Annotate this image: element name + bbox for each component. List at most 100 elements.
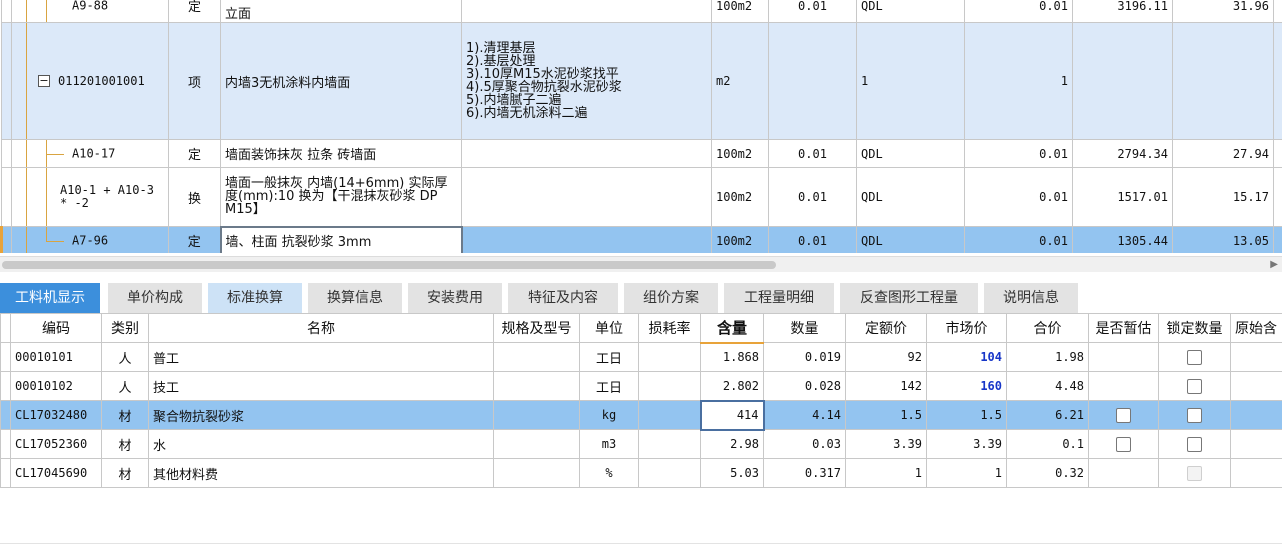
cell-market-price[interactable]: 1 — [926, 458, 1007, 488]
col-market-price[interactable]: 市场价 — [926, 313, 1007, 343]
table-row-selected[interactable]: CL17032480 材 聚合物抗裂砂浆 kg 414 4.14 1.5 1.5… — [0, 399, 1282, 431]
row-qty: 0.01 — [964, 226, 1073, 253]
table-row[interactable]: 00010102 人 技工 工日 2.802 0.028 142 160 4.4… — [0, 371, 1282, 401]
cell-market-price[interactable]: 3.39 — [926, 429, 1007, 459]
col-content[interactable]: 含量 — [700, 313, 764, 344]
col-original[interactable]: 原始含 — [1230, 313, 1282, 343]
col-lock-qty[interactable]: 锁定数量 — [1158, 313, 1231, 343]
cell-total: 4.48 — [1006, 371, 1089, 401]
lock-qty-checkbox[interactable] — [1187, 349, 1202, 365]
col-category[interactable]: 类别 — [101, 313, 149, 343]
cell-market-price[interactable]: 1.5 — [926, 400, 1007, 430]
cell-name[interactable]: 水 — [148, 429, 494, 459]
lock-qty-checkbox[interactable] — [1187, 436, 1202, 452]
row-qty-code[interactable]: QDL — [856, 226, 965, 253]
tab-standard-conversion[interactable]: 标准换算 — [208, 283, 304, 313]
tab-conversion-info[interactable]: 换算信息 — [308, 283, 404, 313]
col-unit[interactable]: 单位 — [579, 313, 639, 343]
col-total[interactable]: 合价 — [1006, 313, 1089, 343]
row-qty-code[interactable]: QDL — [856, 167, 965, 227]
scrollbar-thumb[interactable] — [2, 261, 776, 269]
col-is-estimate[interactable]: 是否暂估 — [1088, 313, 1159, 343]
table-row[interactable]: CL17045690 材 其他材料费 % 5.03 0.317 1 1 0.32… — [0, 458, 1282, 488]
col-code[interactable]: 编码 — [10, 313, 102, 343]
is-estimate-checkbox[interactable] — [1116, 436, 1131, 452]
row-type: 定 — [168, 0, 221, 23]
row-type: 定 — [168, 226, 221, 253]
table-row-item[interactable]: − 011201001001 项 内墙3无机涂料内墙面 1).清理基层 2).基… — [1, 22, 1282, 140]
scroll-right-icon[interactable]: ▶ — [1270, 259, 1278, 270]
tab-graphic-quantity[interactable]: 反查图形工程量 — [840, 283, 980, 313]
cell-name[interactable]: 聚合物抗裂砂浆 — [148, 400, 494, 430]
cell-name[interactable]: 其他材料费 — [148, 458, 494, 488]
cell-original — [1230, 400, 1282, 430]
row-feature[interactable] — [461, 167, 712, 227]
cell-content[interactable]: 2.802 — [700, 371, 764, 401]
cell-market-price[interactable]: 160 — [926, 371, 1007, 401]
row-qty-code[interactable]: QDL — [856, 0, 965, 23]
row-name[interactable]: 立面 — [220, 0, 462, 23]
cell-name[interactable]: 普工 — [148, 342, 494, 372]
row-qty-expr[interactable]: 0.01 — [768, 0, 857, 23]
col-quantity[interactable]: 数量 — [763, 313, 846, 343]
lock-qty-checkbox[interactable] — [1187, 378, 1202, 394]
row-qty-expr[interactable]: 0.01 — [768, 167, 857, 227]
cell-content[interactable]: 1.868 — [700, 342, 764, 372]
table-row[interactable]: A10-1 + A10-3 * -2 换 墙面一般抹灰 内墙(14+6mm) 实… — [1, 167, 1282, 227]
tab-features[interactable]: 特征及内容 — [508, 283, 620, 313]
cell-loss[interactable] — [638, 342, 701, 372]
cell-quantity: 0.028 — [763, 371, 846, 401]
cell-loss[interactable] — [638, 371, 701, 401]
cell-loss[interactable] — [638, 458, 701, 488]
tab-materials[interactable]: 工料机显示 — [0, 283, 102, 313]
tab-unit-price[interactable]: 单价构成 — [108, 283, 204, 313]
row-qty-expr[interactable]: 0.01 — [768, 226, 857, 253]
cell-loss[interactable] — [638, 429, 701, 459]
col-loss[interactable]: 损耗率 — [638, 313, 701, 343]
cell-spec[interactable] — [493, 429, 580, 459]
cell-unit: 工日 — [579, 342, 639, 372]
cell-market-price[interactable]: 104 — [926, 342, 1007, 372]
cell-loss[interactable] — [638, 400, 701, 430]
row-qty-expr[interactable]: 0.01 — [768, 139, 857, 168]
tab-pricing-plan[interactable]: 组价方案 — [624, 283, 720, 313]
table-row[interactable]: A9-88 定 立面 100m2 0.01 QDL 0.01 3196.11 3… — [1, 0, 1282, 23]
collapse-toggle-icon[interactable]: − — [38, 75, 50, 87]
cell-spec[interactable] — [493, 400, 580, 430]
col-name[interactable]: 名称 — [148, 313, 494, 343]
is-estimate-checkbox[interactable] — [1116, 407, 1131, 423]
tab-quantity-detail[interactable]: 工程量明细 — [724, 283, 836, 313]
horizontal-scrollbar[interactable]: ▶ — [0, 256, 1282, 272]
cell-content[interactable]: 5.03 — [700, 458, 764, 488]
row-name[interactable]: 内墙3无机涂料内墙面 — [220, 22, 462, 140]
lock-qty-checkbox[interactable] — [1187, 407, 1202, 423]
row-feature[interactable] — [461, 0, 712, 23]
col-base-price[interactable]: 定额价 — [845, 313, 927, 343]
table-row[interactable]: 00010101 人 普工 工日 1.868 0.019 92 104 1.98… — [0, 342, 1282, 372]
detail-tabs: 工料机显示 单价构成 标准换算 换算信息 安装费用 特征及内容 组价方案 工程量… — [0, 283, 1282, 313]
row-name[interactable]: 墙面一般抹灰 内墙(14+6mm) 实际厚度(mm):10 换为【干混抹灰砂浆 … — [220, 167, 462, 227]
cell-spec[interactable] — [493, 342, 580, 372]
row-qty-code[interactable]: 1 — [856, 22, 965, 140]
row-qty-code[interactable]: QDL — [856, 139, 965, 168]
col-spec[interactable]: 规格及型号 — [493, 313, 580, 343]
row-feature[interactable]: 1).清理基层 2).基层处理 3).10厚M15水泥砂浆找平 4).5厚聚合物… — [461, 22, 712, 140]
row-qty-expr[interactable] — [768, 22, 857, 140]
row-name[interactable]: 墙面装饰抹灰 拉条 砖墙面 — [220, 139, 462, 168]
cell-content[interactable]: 2.98 — [700, 429, 764, 459]
materials-table: 编码 类别 名称 规格及型号 单位 损耗率 含量 数量 定额价 市场价 合价 是… — [0, 313, 1282, 488]
table-row[interactable]: CL17052360 材 水 m3 2.98 0.03 3.39 3.39 0.… — [0, 429, 1282, 459]
cell-base-price: 1 — [845, 458, 927, 488]
content-input[interactable]: 414 — [699, 399, 765, 431]
cell-unit: 工日 — [579, 371, 639, 401]
row-feature[interactable] — [461, 226, 712, 253]
tab-install-cost[interactable]: 安装费用 — [408, 283, 504, 313]
cell-spec[interactable] — [493, 371, 580, 401]
row-name-editor[interactable]: 墙、柱面 抗裂砂浆 3mm — [219, 225, 463, 253]
tab-description[interactable]: 说明信息 — [984, 283, 1080, 313]
table-row[interactable]: A10-17 定 墙面装饰抹灰 拉条 砖墙面 100m2 0.01 QDL 0.… — [1, 139, 1282, 168]
row-feature[interactable] — [461, 139, 712, 168]
cell-spec[interactable] — [493, 458, 580, 488]
table-row-selected[interactable]: A7-96 定 墙、柱面 抗裂砂浆 3mm 100m2 0.01 QDL 0.0… — [0, 225, 1282, 253]
cell-name[interactable]: 技工 — [148, 371, 494, 401]
